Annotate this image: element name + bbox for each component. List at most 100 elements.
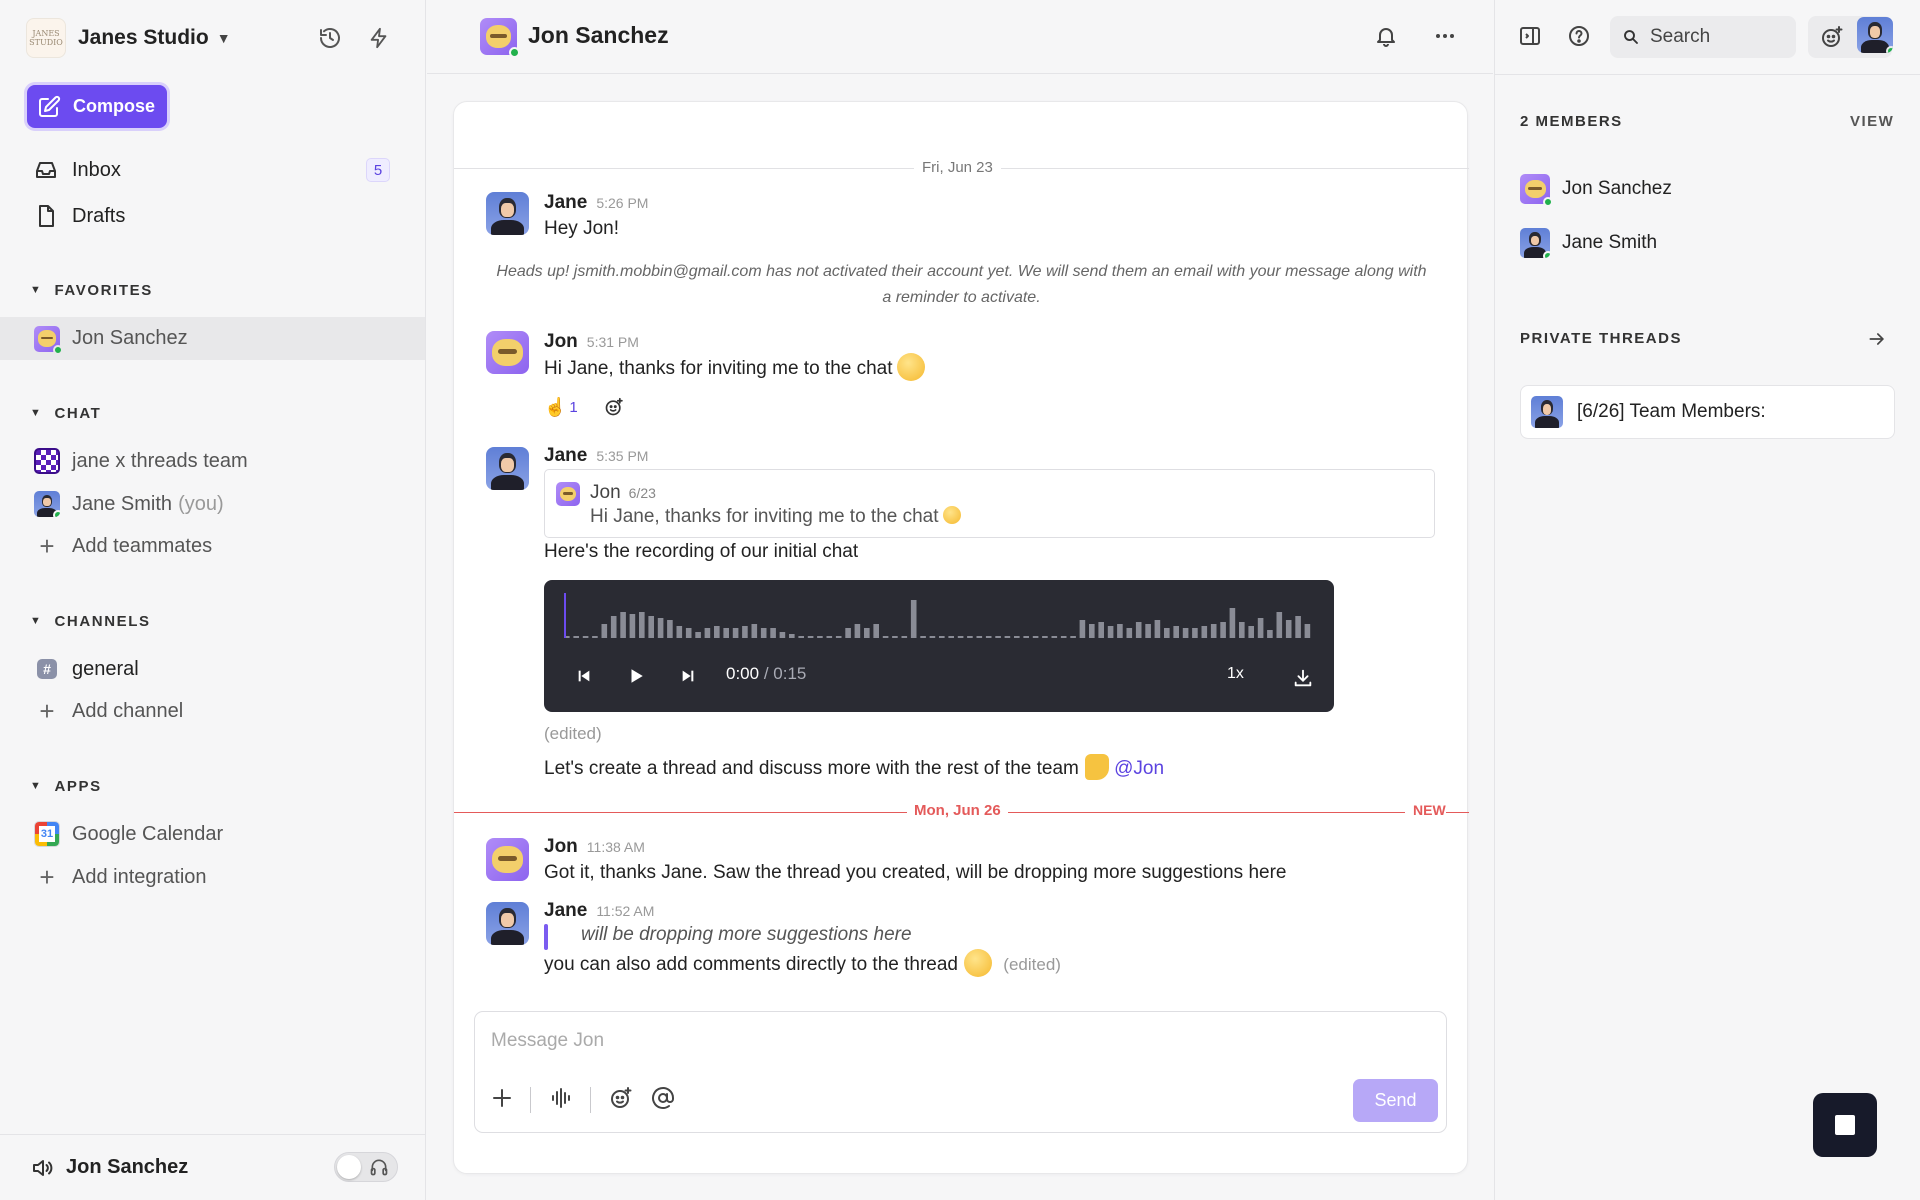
waveform-bar — [1060, 636, 1067, 638]
section-apps-header[interactable]: ▼ APPS — [30, 775, 102, 797]
quote-date: 6/23 — [628, 485, 656, 501]
waveform-bar — [976, 636, 983, 638]
more-options-icon[interactable] — [1427, 18, 1463, 54]
blockquote-bar — [544, 924, 548, 950]
playhead[interactable] — [564, 593, 566, 638]
add-teammates-button[interactable]: + Add teammates — [34, 529, 212, 563]
history-icon[interactable] — [312, 20, 348, 56]
skip-forward-icon[interactable] — [676, 664, 700, 688]
app-item-google-calendar[interactable]: 31 Google Calendar — [34, 817, 223, 851]
audio-waveform-icon[interactable] — [543, 1080, 579, 1116]
channel-item-general[interactable]: # general — [34, 652, 139, 686]
waveform-bar — [629, 614, 636, 638]
inbox-count-badge: 5 — [366, 158, 390, 182]
section-chat-header[interactable]: ▼ CHAT — [30, 402, 101, 424]
waveform-bar — [1201, 626, 1208, 638]
inbox-icon — [36, 162, 56, 178]
message-text: you can also add comments directly to th… — [544, 949, 1061, 979]
add-integration-button[interactable]: + Add integration — [34, 860, 206, 894]
arrow-right-icon[interactable] — [1859, 321, 1895, 357]
message-author[interactable]: Jon 11:38 AM — [544, 836, 645, 858]
avatar[interactable] — [486, 192, 529, 235]
audio-waveform[interactable] — [564, 593, 1314, 638]
toggle-knob — [337, 1155, 361, 1179]
play-icon[interactable] — [624, 664, 648, 688]
message-author[interactable]: Jane 5:26 PM — [544, 192, 648, 214]
waveform-bar — [948, 636, 954, 638]
help-icon[interactable] — [1561, 18, 1597, 54]
waveform-bar — [1004, 636, 1011, 638]
avatar[interactable] — [486, 902, 529, 945]
message-author[interactable]: Jane 5:35 PM — [544, 445, 648, 467]
waveform-bar — [592, 636, 598, 638]
playback-speed-button[interactable]: 1x — [1227, 665, 1244, 683]
message-text-content: Hi Jane, thanks for inviting me to the c… — [544, 358, 893, 380]
author-name: Jane — [544, 192, 588, 213]
search-button[interactable]: Search — [1610, 16, 1796, 58]
avatar[interactable] — [486, 838, 529, 881]
grin-emoji-icon — [964, 949, 993, 977]
hash-icon: # — [37, 659, 57, 679]
toolbar-divider — [590, 1087, 591, 1113]
waveform-bar — [929, 636, 936, 638]
mention-icon[interactable] — [645, 1080, 681, 1116]
bell-icon[interactable] — [1368, 18, 1404, 54]
favorite-item-jon-sanchez[interactable]: Jon Sanchez — [0, 317, 425, 360]
waveform-bar — [789, 634, 795, 638]
waveform-bar — [1117, 624, 1123, 638]
member-item[interactable]: Jon Sanchez — [1520, 173, 1672, 207]
huddle-toggle[interactable] — [334, 1152, 398, 1182]
conversation-title[interactable]: Jon Sanchez — [528, 22, 669, 49]
section-channels-header[interactable]: ▼ CHANNELS — [30, 610, 151, 632]
add-channel-label: Add channel — [72, 699, 184, 722]
waveform-bar — [845, 628, 851, 638]
section-favorites-header[interactable]: ▼ FAVORITES — [30, 279, 153, 301]
nav-drafts[interactable]: Drafts — [34, 198, 125, 234]
message-author[interactable]: Jon 5:31 PM — [544, 331, 639, 353]
add-reaction-icon[interactable] — [604, 397, 624, 417]
waveform-bar — [864, 628, 870, 638]
view-members-link[interactable]: VIEW — [1850, 113, 1894, 130]
compose-button[interactable]: Compose — [27, 85, 167, 128]
message-text: Here's the recording of our initial chat — [544, 541, 859, 562]
lightning-icon[interactable] — [361, 20, 397, 56]
user-avatar[interactable] — [1857, 17, 1893, 53]
workspace-switcher[interactable]: JANES STUDIO Janes Studio ▼ — [26, 18, 231, 58]
audio-player: 0:00 / 0:15 1x — [544, 580, 1334, 712]
add-channel-button[interactable]: + Add channel — [34, 694, 183, 728]
plus-icon[interactable] — [484, 1080, 520, 1116]
toggle-panel-icon[interactable] — [1512, 18, 1548, 54]
waveform-bar — [807, 636, 814, 638]
send-button[interactable]: Send — [1353, 1079, 1438, 1122]
pray-emoji-icon: ☝ — [544, 396, 567, 417]
private-thread-item[interactable]: [6/26] Team Members: — [1520, 385, 1895, 439]
avatar[interactable] — [486, 331, 529, 374]
reaction-pray[interactable]: ☝ 1 — [544, 392, 624, 422]
avatar — [1531, 396, 1563, 428]
message-author[interactable]: Jane 11:52 AM — [544, 900, 654, 922]
section-apps-title: APPS — [54, 777, 102, 795]
skip-back-icon[interactable] — [572, 664, 596, 688]
waveform-bar — [1107, 626, 1114, 638]
nav-drafts-label: Drafts — [72, 204, 126, 227]
stop-button[interactable] — [1813, 1093, 1877, 1157]
emoji-icon[interactable] — [603, 1080, 639, 1116]
message-input[interactable] — [491, 1030, 1391, 1052]
avatar[interactable] — [486, 447, 529, 490]
members-title: 2 MEMBERS — [1520, 113, 1623, 130]
waveform-bar — [1145, 624, 1151, 638]
chat-item-jane-smith[interactable]: Jane Smith (you) — [34, 487, 224, 521]
speaker-icon[interactable] — [30, 1156, 54, 1180]
compose-label: Compose — [73, 96, 156, 116]
member-item[interactable]: Jane Smith — [1520, 227, 1657, 259]
quoted-message[interactable]: Jon 6/23 Hi Jane, thanks for inviting me … — [544, 469, 1435, 538]
mention-link[interactable]: @Jon — [1114, 758, 1164, 779]
message-text: Got it, thanks Jane. Saw the thread you … — [544, 862, 1287, 883]
waveform-bar — [648, 616, 654, 638]
waveform-bar — [1154, 620, 1161, 638]
nav-inbox[interactable]: Inbox — [34, 152, 121, 188]
chat-item-team[interactable]: jane x threads team — [34, 444, 248, 478]
avatar — [1520, 228, 1550, 258]
member-name: Jane Smith — [1562, 232, 1658, 253]
download-icon[interactable] — [1289, 664, 1317, 692]
